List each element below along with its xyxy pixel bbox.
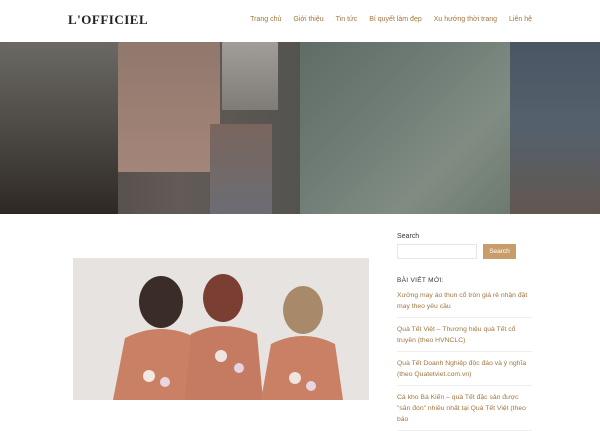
- nav-item-contact[interactable]: Liên hệ: [509, 16, 532, 23]
- recent-post-link[interactable]: Xưởng may áo thun cổ tròn giá rẻ nhận đặ…: [397, 284, 532, 318]
- featured-image-illustration: [73, 258, 369, 400]
- sidebar: Search Search BÀI VIẾT MỚI: Xưởng may áo…: [397, 233, 532, 431]
- search-input[interactable]: [397, 244, 477, 259]
- site-header: L'OFFICIEL Trang chủ Giới thiệu Tin tức …: [0, 0, 600, 42]
- recent-post-link[interactable]: Quà Tết Doanh Nghiệp độc đáo và ý nghĩa …: [397, 352, 532, 386]
- nav-item-fashion-trends[interactable]: Xu hướng thời trang: [434, 16, 497, 23]
- site-logo[interactable]: L'OFFICIEL: [68, 12, 148, 28]
- nav-item-beauty-tips[interactable]: Bí quyết làm đẹp: [369, 16, 422, 23]
- nav-item-about[interactable]: Giới thiệu: [293, 16, 323, 23]
- recent-post-link[interactable]: Quà Tết Việt – Thương hiệu quà Tết cổ tr…: [397, 318, 532, 352]
- nav-item-news[interactable]: Tin tức: [336, 16, 358, 23]
- search-row: Search: [397, 244, 532, 259]
- nav-item-home[interactable]: Trang chủ: [250, 16, 281, 23]
- main-nav: Trang chủ Giới thiệu Tin tức Bí quyết là…: [238, 16, 532, 23]
- hero-overlay: [0, 42, 600, 214]
- recent-posts-title: BÀI VIẾT MỚI:: [397, 277, 444, 284]
- recent-post-link[interactable]: Cá kho Bá Kiến – quà Tết đặc sản được "s…: [397, 386, 532, 431]
- search-label: Search: [397, 233, 420, 240]
- search-button[interactable]: Search: [483, 244, 516, 259]
- featured-post-image[interactable]: [73, 258, 369, 400]
- hero-banner: [0, 42, 600, 214]
